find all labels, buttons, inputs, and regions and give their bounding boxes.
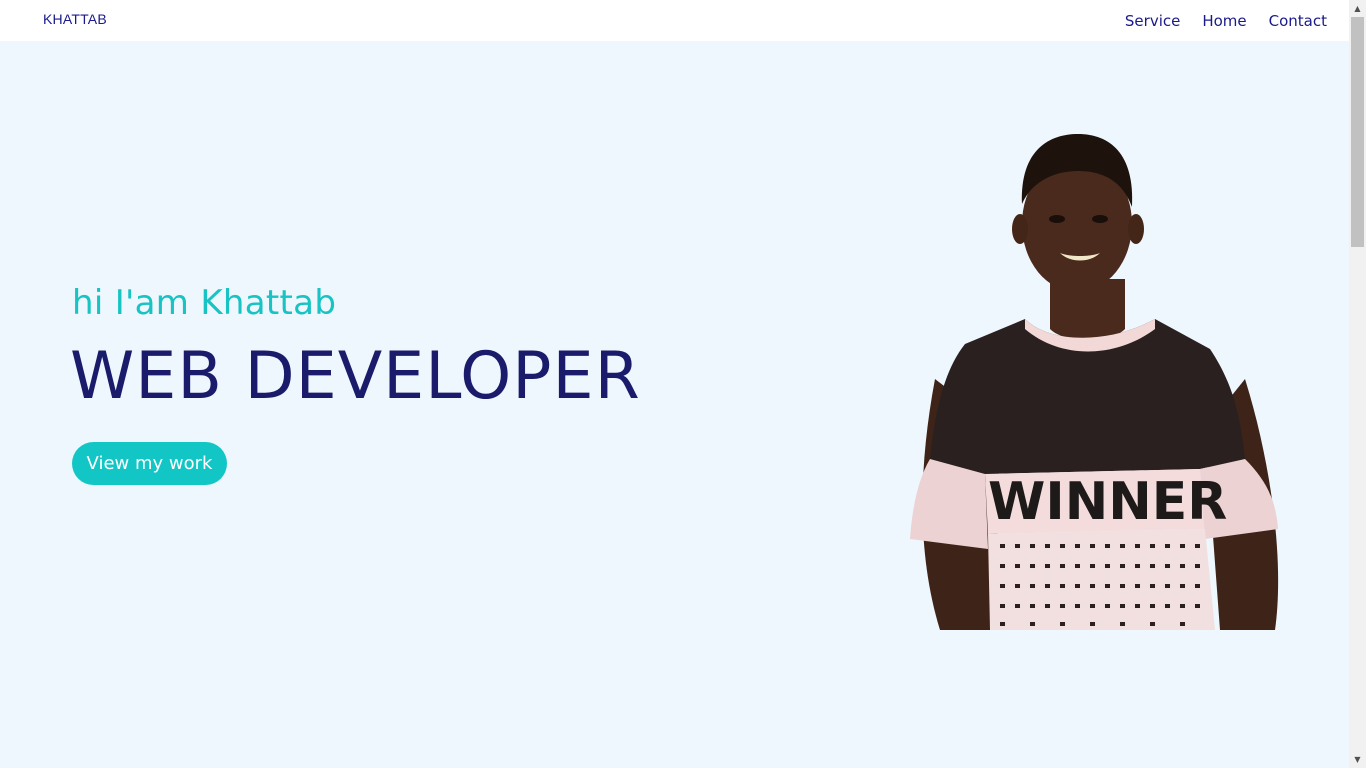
hero-greeting: hi I'am Khattab [72,283,337,323]
nav-links: Service Home Contact [1125,12,1327,30]
shirt-text: WINNER [988,472,1227,532]
vertical-scrollbar[interactable]: ▲ ▼ [1349,0,1366,768]
nav-link-service[interactable]: Service [1125,12,1180,30]
hero-role-title: WEB DEVELOPER [70,339,641,414]
portrait-image: WINNER [910,134,1279,630]
logo-link[interactable]: KHATTAB [43,11,107,27]
hero-section: hi I'am Khattab WEB DEVELOPER View my wo… [0,41,1349,768]
view-my-work-button[interactable]: View my work [72,442,227,485]
scroll-thumb[interactable] [1351,17,1364,247]
scroll-up-icon[interactable]: ▲ [1349,0,1366,17]
scroll-down-icon[interactable]: ▼ [1349,751,1366,768]
nav-link-home[interactable]: Home [1202,12,1246,30]
navbar: KHATTAB Service Home Contact [0,0,1349,41]
nav-link-contact[interactable]: Contact [1269,12,1327,30]
